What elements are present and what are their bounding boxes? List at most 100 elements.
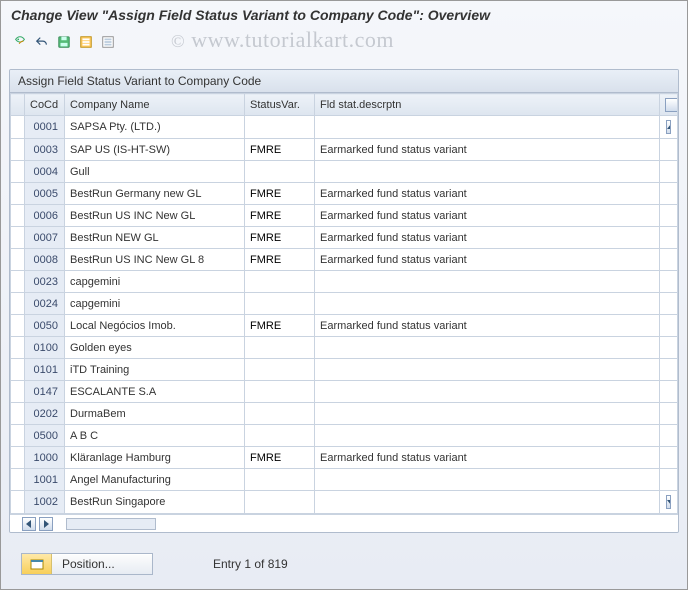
row-selector[interactable] [11, 315, 25, 337]
cell-statusvar[interactable] [245, 161, 315, 183]
row-selector[interactable] [11, 139, 25, 161]
cell-statusvar[interactable] [245, 403, 315, 425]
statusvar-input[interactable] [250, 232, 309, 244]
cell-statusvar[interactable] [245, 249, 315, 271]
cell-statusvar[interactable] [245, 315, 315, 337]
table-row[interactable]: 0147ESCALANTE S.A [11, 381, 678, 403]
table-row[interactable]: 0024capgemini [11, 293, 678, 315]
scroll-left-icon[interactable] [22, 517, 36, 531]
statusvar-input[interactable] [250, 364, 309, 376]
vscroll-cell[interactable] [660, 249, 678, 271]
col-header-cocd[interactable]: CoCd [25, 94, 65, 116]
otherview-icon[interactable] [11, 33, 29, 51]
col-header-desc[interactable]: Fld stat.descrptn [315, 94, 660, 116]
position-button[interactable]: Position... [21, 553, 153, 575]
cell-statusvar[interactable] [245, 381, 315, 403]
statusvar-input[interactable] [250, 386, 309, 398]
cell-statusvar[interactable] [245, 469, 315, 491]
vscroll-cell[interactable] [660, 183, 678, 205]
vscroll-cell[interactable] [660, 447, 678, 469]
statusvar-input[interactable] [250, 408, 309, 420]
statusvar-input[interactable] [250, 320, 309, 332]
cell-statusvar[interactable] [245, 491, 315, 514]
col-header-statusvar[interactable]: StatusVar. [245, 94, 315, 116]
statusvar-input[interactable] [250, 474, 309, 486]
row-selector[interactable] [11, 205, 25, 227]
table-row[interactable]: 0006BestRun US INC New GLEarmarked fund … [11, 205, 678, 227]
grid-config-icon[interactable] [660, 94, 678, 116]
table-row[interactable]: 0003SAP US (IS-HT-SW)Earmarked fund stat… [11, 139, 678, 161]
table-row[interactable]: 0007BestRun NEW GLEarmarked fund status … [11, 227, 678, 249]
statusvar-input[interactable] [250, 210, 309, 222]
vscroll-cell[interactable] [660, 469, 678, 491]
cell-statusvar[interactable] [245, 293, 315, 315]
cell-statusvar[interactable] [245, 359, 315, 381]
statusvar-input[interactable] [250, 496, 309, 508]
statusvar-input[interactable] [250, 144, 309, 156]
cell-statusvar[interactable] [245, 337, 315, 359]
vscroll-cell[interactable] [660, 139, 678, 161]
vscroll-cell[interactable] [660, 425, 678, 447]
row-selector[interactable] [11, 447, 25, 469]
statusvar-input[interactable] [250, 121, 309, 133]
cell-statusvar[interactable] [245, 205, 315, 227]
table-row[interactable]: 0008BestRun US INC New GL 8Earmarked fun… [11, 249, 678, 271]
row-selector[interactable] [11, 359, 25, 381]
table-row[interactable]: 0023capgemini [11, 271, 678, 293]
statusvar-input[interactable] [250, 188, 309, 200]
row-selector[interactable] [11, 249, 25, 271]
cell-statusvar[interactable] [245, 425, 315, 447]
table-row[interactable]: 1001Angel Manufacturing [11, 469, 678, 491]
scroll-right-icon[interactable] [39, 517, 53, 531]
cell-statusvar[interactable] [245, 116, 315, 139]
table-row[interactable]: 0101iTD Training [11, 359, 678, 381]
table-row[interactable]: 0202DurmaBem [11, 403, 678, 425]
cell-statusvar[interactable] [245, 183, 315, 205]
row-selector[interactable] [11, 116, 25, 139]
row-selector[interactable] [11, 403, 25, 425]
statusvar-input[interactable] [250, 298, 309, 310]
table-row[interactable]: 0500A B C [11, 425, 678, 447]
row-selector[interactable] [11, 337, 25, 359]
statusvar-input[interactable] [250, 452, 309, 464]
row-selector[interactable] [11, 425, 25, 447]
table-row[interactable]: 0004Gull [11, 161, 678, 183]
vscroll-cell[interactable] [660, 271, 678, 293]
vscroll-cell[interactable] [660, 491, 678, 514]
cell-statusvar[interactable] [245, 447, 315, 469]
vscroll-cell[interactable] [660, 315, 678, 337]
cell-statusvar[interactable] [245, 271, 315, 293]
vscroll-cell[interactable] [660, 205, 678, 227]
deselect-all-icon[interactable] [99, 33, 117, 51]
cell-statusvar[interactable] [245, 139, 315, 161]
table-row[interactable]: 0050Local Negócios Imob.Earmarked fund s… [11, 315, 678, 337]
hscrollbar[interactable] [10, 514, 678, 532]
vscroll-cell[interactable] [660, 161, 678, 183]
scroll-track[interactable] [66, 518, 156, 530]
row-selector[interactable] [11, 161, 25, 183]
vscroll-cell[interactable] [660, 227, 678, 249]
vscroll-cell[interactable] [660, 359, 678, 381]
row-selector[interactable] [11, 183, 25, 205]
statusvar-input[interactable] [250, 276, 309, 288]
statusvar-input[interactable] [250, 430, 309, 442]
statusvar-input[interactable] [250, 342, 309, 354]
vscroll-cell[interactable] [660, 381, 678, 403]
row-selector[interactable] [11, 227, 25, 249]
table-row[interactable]: 1002BestRun Singapore [11, 491, 678, 514]
vscroll-cell[interactable] [660, 403, 678, 425]
row-selector[interactable] [11, 271, 25, 293]
undo-icon[interactable] [33, 33, 51, 51]
save-icon[interactable] [55, 33, 73, 51]
row-selector[interactable] [11, 381, 25, 403]
statusvar-input[interactable] [250, 166, 309, 178]
statusvar-input[interactable] [250, 254, 309, 266]
row-selector[interactable] [11, 293, 25, 315]
row-selector[interactable] [11, 491, 25, 514]
vscroll-cell[interactable] [660, 293, 678, 315]
vscroll-cell[interactable] [660, 337, 678, 359]
cell-statusvar[interactable] [245, 227, 315, 249]
table-row[interactable]: 0100Golden eyes [11, 337, 678, 359]
table-row[interactable]: 1000Kläranlage HamburgEarmarked fund sta… [11, 447, 678, 469]
table-row[interactable]: 0001SAPSA Pty. (LTD.) [11, 116, 678, 139]
